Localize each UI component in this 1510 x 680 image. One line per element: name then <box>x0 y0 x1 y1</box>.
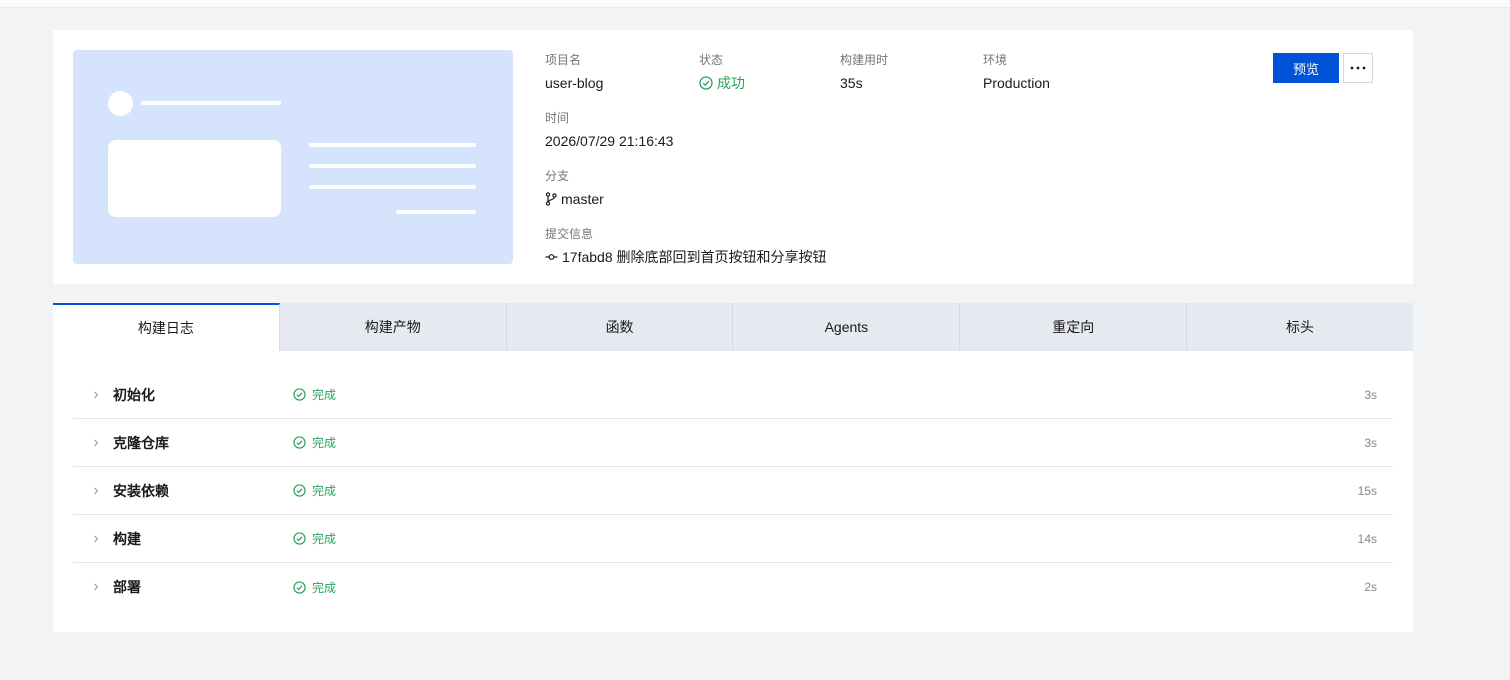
step-status: 完成 <box>293 386 336 403</box>
step-name: 部署 <box>113 579 141 595</box>
top-bar <box>0 0 1510 8</box>
branch-label: 分支 <box>545 169 570 183</box>
step-status-text: 完成 <box>312 436 337 450</box>
build-step-row[interactable]: 初始化 完成 3s <box>73 371 1393 419</box>
environment-value: Production <box>983 75 1050 91</box>
status-value: 成功 <box>699 73 745 93</box>
tab-functions[interactable]: 函数 <box>506 303 734 351</box>
commit-value: 17fabd8 删除底部回到首页按钮和分享按钮 <box>545 247 827 267</box>
git-commit-icon <box>545 254 558 260</box>
project-name-value: user-blog <box>545 75 604 91</box>
step-name: 克隆仓库 <box>113 434 169 451</box>
check-circle-icon <box>293 532 306 545</box>
check-circle-icon <box>293 484 306 497</box>
more-horizontal-icon <box>1350 66 1366 70</box>
status-text: 成功 <box>717 75 745 91</box>
thumbnail-line <box>141 101 281 105</box>
step-status-text: 完成 <box>312 580 337 595</box>
step-status-text: 完成 <box>312 484 337 498</box>
branch-field: 分支 master <box>545 168 604 209</box>
branch-text: master <box>561 191 604 207</box>
step-status: 完成 <box>293 579 336 596</box>
check-circle-icon <box>293 388 306 401</box>
detail-tabs: 构建日志 构建产物 函数 Agents 重定向 标头 <box>53 303 1413 351</box>
step-name: 初始化 <box>113 386 155 403</box>
check-circle-icon <box>293 580 306 594</box>
deployment-info-card: 项目名 user-blog 状态 成功 构建用时 35s 环境 Producti… <box>53 30 1413 284</box>
preview-button[interactable]: 预览 <box>1273 53 1339 83</box>
build-log-panel: 初始化 完成 3s 克隆仓库 完成 3s 安装依赖 完成 15s 构建 完成 1… <box>53 351 1413 632</box>
tab-headers[interactable]: 标头 <box>1187 303 1413 351</box>
step-name: 构建 <box>113 530 141 547</box>
branch-value: master <box>545 189 604 209</box>
thumbnail-avatar-shape <box>108 91 133 116</box>
duration-field: 构建用时 35s <box>840 52 888 93</box>
chevron-right-icon[interactable] <box>91 485 101 497</box>
build-step-list: 初始化 完成 3s 克隆仓库 完成 3s 安装依赖 完成 15s 构建 完成 1… <box>73 371 1393 611</box>
step-duration: 14s <box>1357 531 1377 546</box>
time-value: 2026/07/29 21:16:43 <box>545 133 674 149</box>
step-status: 完成 <box>293 482 336 499</box>
step-status-text: 完成 <box>312 388 337 402</box>
thumbnail-line <box>309 143 476 147</box>
time-field: 时间 2026/07/29 21:16:43 <box>545 110 673 151</box>
environment-field: 环境 Production <box>983 52 1050 93</box>
build-step-row[interactable]: 部署 完成 2s <box>73 563 1393 611</box>
status-label: 状态 <box>699 53 724 67</box>
thumbnail-line <box>309 164 476 168</box>
step-name: 安装依赖 <box>113 482 169 499</box>
thumbnail-line <box>396 210 476 214</box>
environment-label: 环境 <box>983 53 1008 67</box>
commit-label: 提交信息 <box>545 227 594 241</box>
git-branch-icon <box>545 192 557 206</box>
build-step-row[interactable]: 克隆仓库 完成 3s <box>73 419 1393 467</box>
chevron-right-icon[interactable] <box>91 437 101 449</box>
thumbnail-card-shape <box>108 140 281 217</box>
chevron-right-icon[interactable] <box>91 533 101 545</box>
step-duration: 15s <box>1357 483 1377 498</box>
tab-build-artifacts[interactable]: 构建产物 <box>279 303 507 351</box>
build-step-row[interactable]: 安装依赖 完成 15s <box>73 467 1393 515</box>
chevron-right-icon[interactable] <box>91 581 101 593</box>
check-circle-icon <box>293 436 306 449</box>
thumbnail-line <box>309 185 476 189</box>
tab-agents[interactable]: Agents <box>733 303 961 351</box>
tab-build-log[interactable]: 构建日志 <box>53 303 280 351</box>
time-label: 时间 <box>545 111 570 125</box>
commit-field: 提交信息 17fabd8 删除底部回到首页按钮和分享按钮 <box>545 226 827 267</box>
step-duration: 3s <box>1364 387 1377 402</box>
status-field: 状态 成功 <box>699 52 745 93</box>
more-actions-button[interactable] <box>1343 53 1373 83</box>
commit-text: 17fabd8 删除底部回到首页按钮和分享按钮 <box>562 249 827 265</box>
chevron-right-icon[interactable] <box>91 389 101 401</box>
duration-label: 构建用时 <box>840 53 889 67</box>
project-name-label: 项目名 <box>545 53 582 67</box>
project-name-field: 项目名 user-blog <box>545 52 603 93</box>
step-status-text: 完成 <box>312 532 337 546</box>
tab-redirects[interactable]: 重定向 <box>960 303 1188 351</box>
build-step-row[interactable]: 构建 完成 14s <box>73 515 1393 563</box>
step-status: 完成 <box>293 530 336 547</box>
check-circle-icon <box>699 76 713 90</box>
site-preview-thumbnail[interactable] <box>73 50 513 264</box>
step-status: 完成 <box>293 434 336 451</box>
duration-value: 35s <box>840 75 863 91</box>
step-duration: 2s <box>1364 580 1377 594</box>
step-duration: 3s <box>1364 435 1377 450</box>
